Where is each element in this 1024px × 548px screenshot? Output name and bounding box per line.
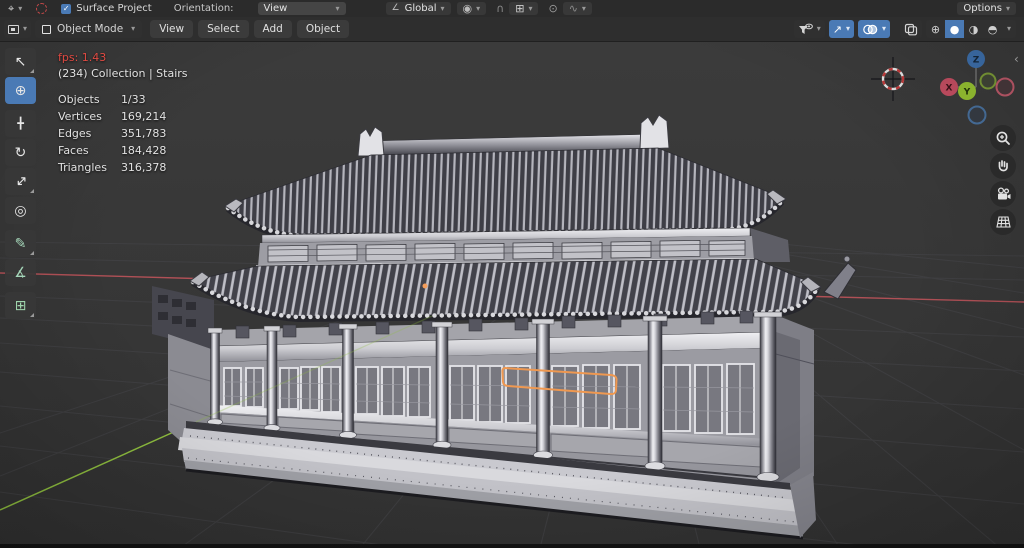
active-tool-caret[interactable]: ▾	[18, 4, 22, 13]
falloff-curve-icon: ∿	[568, 2, 578, 15]
camera-icon	[997, 186, 1010, 199]
table-row: Triangles 316,378	[58, 161, 167, 174]
gizmo-y-neg-axis[interactable]	[979, 72, 997, 90]
menu-view[interactable]: View	[150, 20, 194, 38]
options-button[interactable]: Options ▾	[957, 2, 1016, 15]
tool-add-cube[interactable]: ⊞	[5, 292, 36, 319]
snap-target-dropdown[interactable]: ⊞ ▾	[509, 2, 539, 15]
overlays-icon	[863, 24, 878, 34]
viewport-shading-group: ⊕ ● ◑ ◓ ▾	[926, 20, 1016, 38]
show-overlays-toggle[interactable]: ▾	[857, 20, 890, 38]
zoom-button[interactable]	[990, 125, 1016, 151]
falloff-dropdown[interactable]: ∿ ▾	[562, 2, 592, 15]
orientation-label: Orientation:	[173, 3, 234, 14]
active-tool-icon[interactable]: ⌖	[8, 3, 14, 14]
editor-type-button[interactable]: ▾	[4, 20, 32, 38]
chevron-down-icon: ▾	[23, 24, 28, 33]
shading-wireframe-button[interactable]: ⊕	[926, 20, 945, 38]
shading-dropdown[interactable]: ▾	[1002, 20, 1016, 38]
ortho-grid-icon	[995, 216, 1011, 228]
orientation-dropdown[interactable]: View ▾	[257, 2, 346, 15]
gizmo-y-label: Y	[963, 88, 971, 98]
chevron-down-icon: ▾	[881, 24, 886, 33]
tool-measure[interactable]: ∡	[5, 259, 36, 286]
table-row: Vertices 169,214	[58, 110, 167, 123]
snap-increment-icon: ⊞	[515, 2, 525, 15]
pivot-point-dropdown[interactable]: ◉ ▾	[456, 2, 487, 15]
tool-transform[interactable]: ◎	[5, 197, 36, 224]
surface-project-label: Surface Project	[76, 3, 152, 14]
scene-statistics: Objects 1/33 Vertices 169,214 Edges 351,783…	[58, 92, 166, 177]
gizmo-x-neg-axis[interactable]	[995, 77, 1015, 97]
viewport-stats: fps: 1.43 (234) Collection | Stairs Obje…	[58, 50, 188, 177]
chevron-down-icon: ▾	[845, 24, 850, 33]
object-visibility-filter-button[interactable]: ▾	[793, 20, 825, 38]
tool-rotate[interactable]: ↻	[5, 139, 36, 166]
filter-eye-icon	[798, 23, 813, 34]
tool-settings-bar: ⌖ ▾ ✓ Surface Project Orientation: View …	[0, 0, 1024, 17]
sidebar-collapse-arrow[interactable]: ‹	[1014, 52, 1019, 66]
menu-add[interactable]: Add	[253, 20, 292, 38]
pivot-icon: ◉	[462, 2, 473, 15]
axes-icon: ∠	[391, 3, 400, 13]
toolbar: ↖ ⊕ ╋ ↻ ↕ ◎ ✎ ∡ ⊞	[5, 48, 37, 321]
fps-readout: fps: 1.43	[58, 51, 107, 64]
tool-scale[interactable]: ↕	[5, 168, 36, 195]
blender-window: Z X Y ⌖ ▾ ✓ Surface Project Orientation:…	[0, 0, 1024, 548]
show-gizmo-toggle[interactable]: ↗ ▾	[828, 20, 854, 38]
tool-select[interactable]: ↖	[5, 48, 36, 75]
shading-solid-button[interactable]: ●	[945, 20, 964, 38]
perspective-toggle-button[interactable]	[990, 209, 1016, 235]
menu-select[interactable]: Select	[198, 20, 249, 38]
chevron-down-icon: ▾	[581, 3, 586, 13]
transform-orientation-dropdown[interactable]: ∠ Global ▾	[385, 2, 451, 15]
shading-material-button[interactable]: ◑	[964, 20, 983, 38]
snap-magnet-icon[interactable]: ∩	[496, 3, 504, 14]
camera-view-button[interactable]	[990, 181, 1016, 207]
object-mode-icon	[42, 24, 52, 34]
chevron-down-icon: ▾	[440, 3, 445, 13]
chevron-down-icon: ▾	[528, 3, 533, 13]
tool-annotate[interactable]: ✎	[5, 230, 36, 257]
cursor-tool-icon	[36, 3, 48, 14]
xray-toggle[interactable]	[900, 20, 922, 38]
chevron-down-icon: ▾	[816, 24, 821, 33]
table-row: Edges 351,783	[58, 127, 167, 140]
viewport-header: ▾ Object Mode ▾ View Select Add Object ▾…	[0, 17, 1024, 42]
mode-dropdown[interactable]: Object Mode ▾	[35, 20, 143, 38]
chevron-down-icon: ▾	[476, 3, 481, 13]
hand-icon	[998, 160, 1008, 172]
chevron-down-icon: ▾	[131, 24, 136, 33]
chevron-down-icon: ▾	[1006, 24, 1011, 33]
active-collection-label: (234) Collection | Stairs	[58, 67, 188, 80]
gizmo-x-label: X	[946, 84, 953, 94]
gizmo-z-neg-axis[interactable]	[967, 105, 987, 125]
table-row: Faces 184,428	[58, 144, 167, 157]
surface-project-checkbox[interactable]: ✓	[61, 3, 72, 14]
chevron-down-icon: ▾	[335, 3, 340, 13]
chevron-down-icon: ▾	[1005, 3, 1010, 13]
menu-object[interactable]: Object	[296, 20, 350, 38]
editor-type-icon	[8, 24, 19, 34]
tool-cursor[interactable]: ⊕	[5, 77, 36, 104]
xray-icon	[904, 23, 918, 35]
gizmo-icon: ↗	[832, 22, 842, 36]
gizmo-z-label: Z	[973, 56, 980, 66]
pan-button[interactable]	[990, 153, 1016, 179]
tool-move[interactable]: ╋	[5, 110, 36, 137]
table-row: Objects 1/33	[58, 93, 146, 106]
magnifier-icon	[996, 131, 1010, 145]
object-origin-dot	[422, 283, 428, 289]
shading-rendered-button[interactable]: ◓	[983, 20, 1002, 38]
proportional-edit-icon[interactable]: ⊙	[548, 3, 557, 14]
